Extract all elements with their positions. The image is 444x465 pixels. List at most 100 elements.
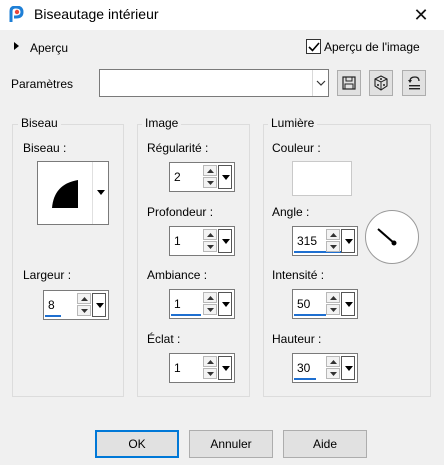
bevel-width-value[interactable]: 8 (48, 298, 55, 312)
reset-button[interactable] (402, 70, 426, 96)
angle-label: Angle : (272, 205, 310, 219)
angle-slider-button[interactable] (341, 229, 355, 253)
bevel-width-updown[interactable] (77, 293, 91, 317)
spin-up-icon (330, 360, 337, 364)
spin-up-button[interactable] (326, 356, 340, 367)
shininess-spinner[interactable]: 1 (169, 353, 235, 383)
dropdown-arrow-icon (222, 175, 230, 180)
cancel-button[interactable]: Annuler (189, 430, 273, 458)
bevel-shape-icon (52, 180, 78, 208)
bevel-width-slider-indicator (45, 315, 61, 317)
spin-down-button[interactable] (326, 241, 340, 252)
intensity-label: Intensité : (272, 268, 325, 282)
image-group-title: Image (142, 116, 182, 130)
dropdown-arrow-icon (97, 190, 105, 195)
spin-down-button[interactable] (203, 304, 217, 315)
spin-up-button[interactable] (326, 229, 340, 240)
spin-down-button[interactable] (203, 241, 217, 252)
light-group-title: Lumière (268, 116, 318, 130)
intensity-spinner[interactable]: 50 (292, 289, 358, 319)
height-spinner[interactable]: 30 (292, 353, 358, 383)
depth-value[interactable]: 1 (174, 234, 181, 248)
expand-arrow-icon[interactable] (14, 42, 19, 50)
presets-label: Paramètres (11, 77, 74, 91)
spin-down-icon (81, 309, 88, 313)
dropdown-arrow-icon (345, 302, 353, 307)
ambience-label: Ambiance : (147, 268, 208, 282)
preview-image-checkbox-label[interactable]: Aperçu de l'image (324, 40, 420, 54)
help-button[interactable]: Aide (283, 430, 367, 458)
intensity-slider-button[interactable] (341, 292, 355, 316)
height-updown[interactable] (326, 356, 340, 380)
spin-up-button[interactable] (203, 229, 217, 240)
presets-combobox[interactable] (99, 69, 329, 97)
spin-up-icon (207, 169, 214, 173)
bevel-width-slider-button[interactable] (92, 293, 106, 317)
spin-up-icon (207, 360, 214, 364)
ambience-updown[interactable] (203, 292, 217, 316)
spin-down-button[interactable] (203, 177, 217, 188)
height-label: Hauteur : (272, 332, 322, 346)
shininess-label: Éclat : (147, 332, 181, 346)
smoothness-label: Régularité : (147, 141, 209, 155)
chevron-down-icon (316, 80, 326, 86)
random-button[interactable] (369, 70, 393, 96)
smoothness-spinner[interactable]: 2 (169, 162, 235, 192)
smoothness-updown[interactable] (203, 165, 217, 189)
ambience-value[interactable]: 1 (174, 297, 181, 311)
intensity-updown[interactable] (326, 292, 340, 316)
spin-up-button[interactable] (203, 165, 217, 176)
light-color-label: Couleur : (272, 141, 321, 155)
depth-slider-button[interactable] (218, 229, 232, 253)
intensity-value[interactable]: 50 (297, 297, 310, 311)
checkmark-icon (308, 42, 320, 52)
ambience-spinner[interactable]: 1 (169, 289, 235, 319)
bevel-shape-dropdown[interactable] (92, 162, 108, 224)
preview-image-checkbox[interactable] (306, 39, 321, 54)
light-color-swatch[interactable] (292, 161, 352, 196)
spin-up-button[interactable] (203, 292, 217, 303)
bevel-width-spinner[interactable]: 8 (43, 290, 109, 320)
spin-down-button[interactable] (203, 368, 217, 379)
smoothness-value[interactable]: 2 (174, 170, 181, 184)
presets-dropdown-arrow[interactable] (312, 70, 328, 96)
angle-value[interactable]: 315 (297, 234, 317, 248)
spin-down-icon (330, 372, 337, 376)
angle-updown[interactable] (326, 229, 340, 253)
angle-spinner[interactable]: 315 (292, 226, 358, 256)
dropdown-arrow-icon (222, 366, 230, 371)
spin-up-button[interactable] (326, 292, 340, 303)
spin-up-button[interactable] (77, 293, 91, 304)
spin-up-icon (330, 233, 337, 237)
shininess-updown[interactable] (203, 356, 217, 380)
spin-down-icon (207, 181, 214, 185)
shininess-value[interactable]: 1 (174, 361, 181, 375)
bevel-shape-picker[interactable] (37, 161, 109, 225)
ambience-slider-button[interactable] (218, 292, 232, 316)
spin-down-button[interactable] (77, 305, 91, 316)
preview-section-label[interactable]: Aperçu (30, 41, 68, 55)
dropdown-arrow-icon (222, 302, 230, 307)
ok-button[interactable]: OK (95, 430, 179, 458)
dropdown-arrow-icon (222, 239, 230, 244)
smoothness-slider-button[interactable] (218, 165, 232, 189)
shininess-slider-button[interactable] (218, 356, 232, 380)
spin-down-button[interactable] (326, 304, 340, 315)
spin-up-icon (330, 296, 337, 300)
reset-icon (408, 76, 420, 90)
spin-down-button[interactable] (326, 368, 340, 379)
depth-label: Profondeur : (147, 205, 214, 219)
depth-spinner[interactable]: 1 (169, 226, 235, 256)
angle-dial-needle-icon (377, 228, 397, 246)
paint-shop-pro-icon (9, 6, 24, 22)
depth-updown[interactable] (203, 229, 217, 253)
height-slider-button[interactable] (341, 356, 355, 380)
bevel-width-label: Largeur : (23, 268, 72, 282)
height-value[interactable]: 30 (297, 361, 310, 375)
close-icon[interactable]: ✕ (398, 0, 444, 30)
save-preset-button[interactable] (337, 70, 361, 96)
random-dice-icon (374, 75, 388, 91)
window-title: Biseautage intérieur (34, 6, 159, 22)
spin-up-button[interactable] (203, 356, 217, 367)
angle-dial[interactable] (365, 210, 419, 264)
